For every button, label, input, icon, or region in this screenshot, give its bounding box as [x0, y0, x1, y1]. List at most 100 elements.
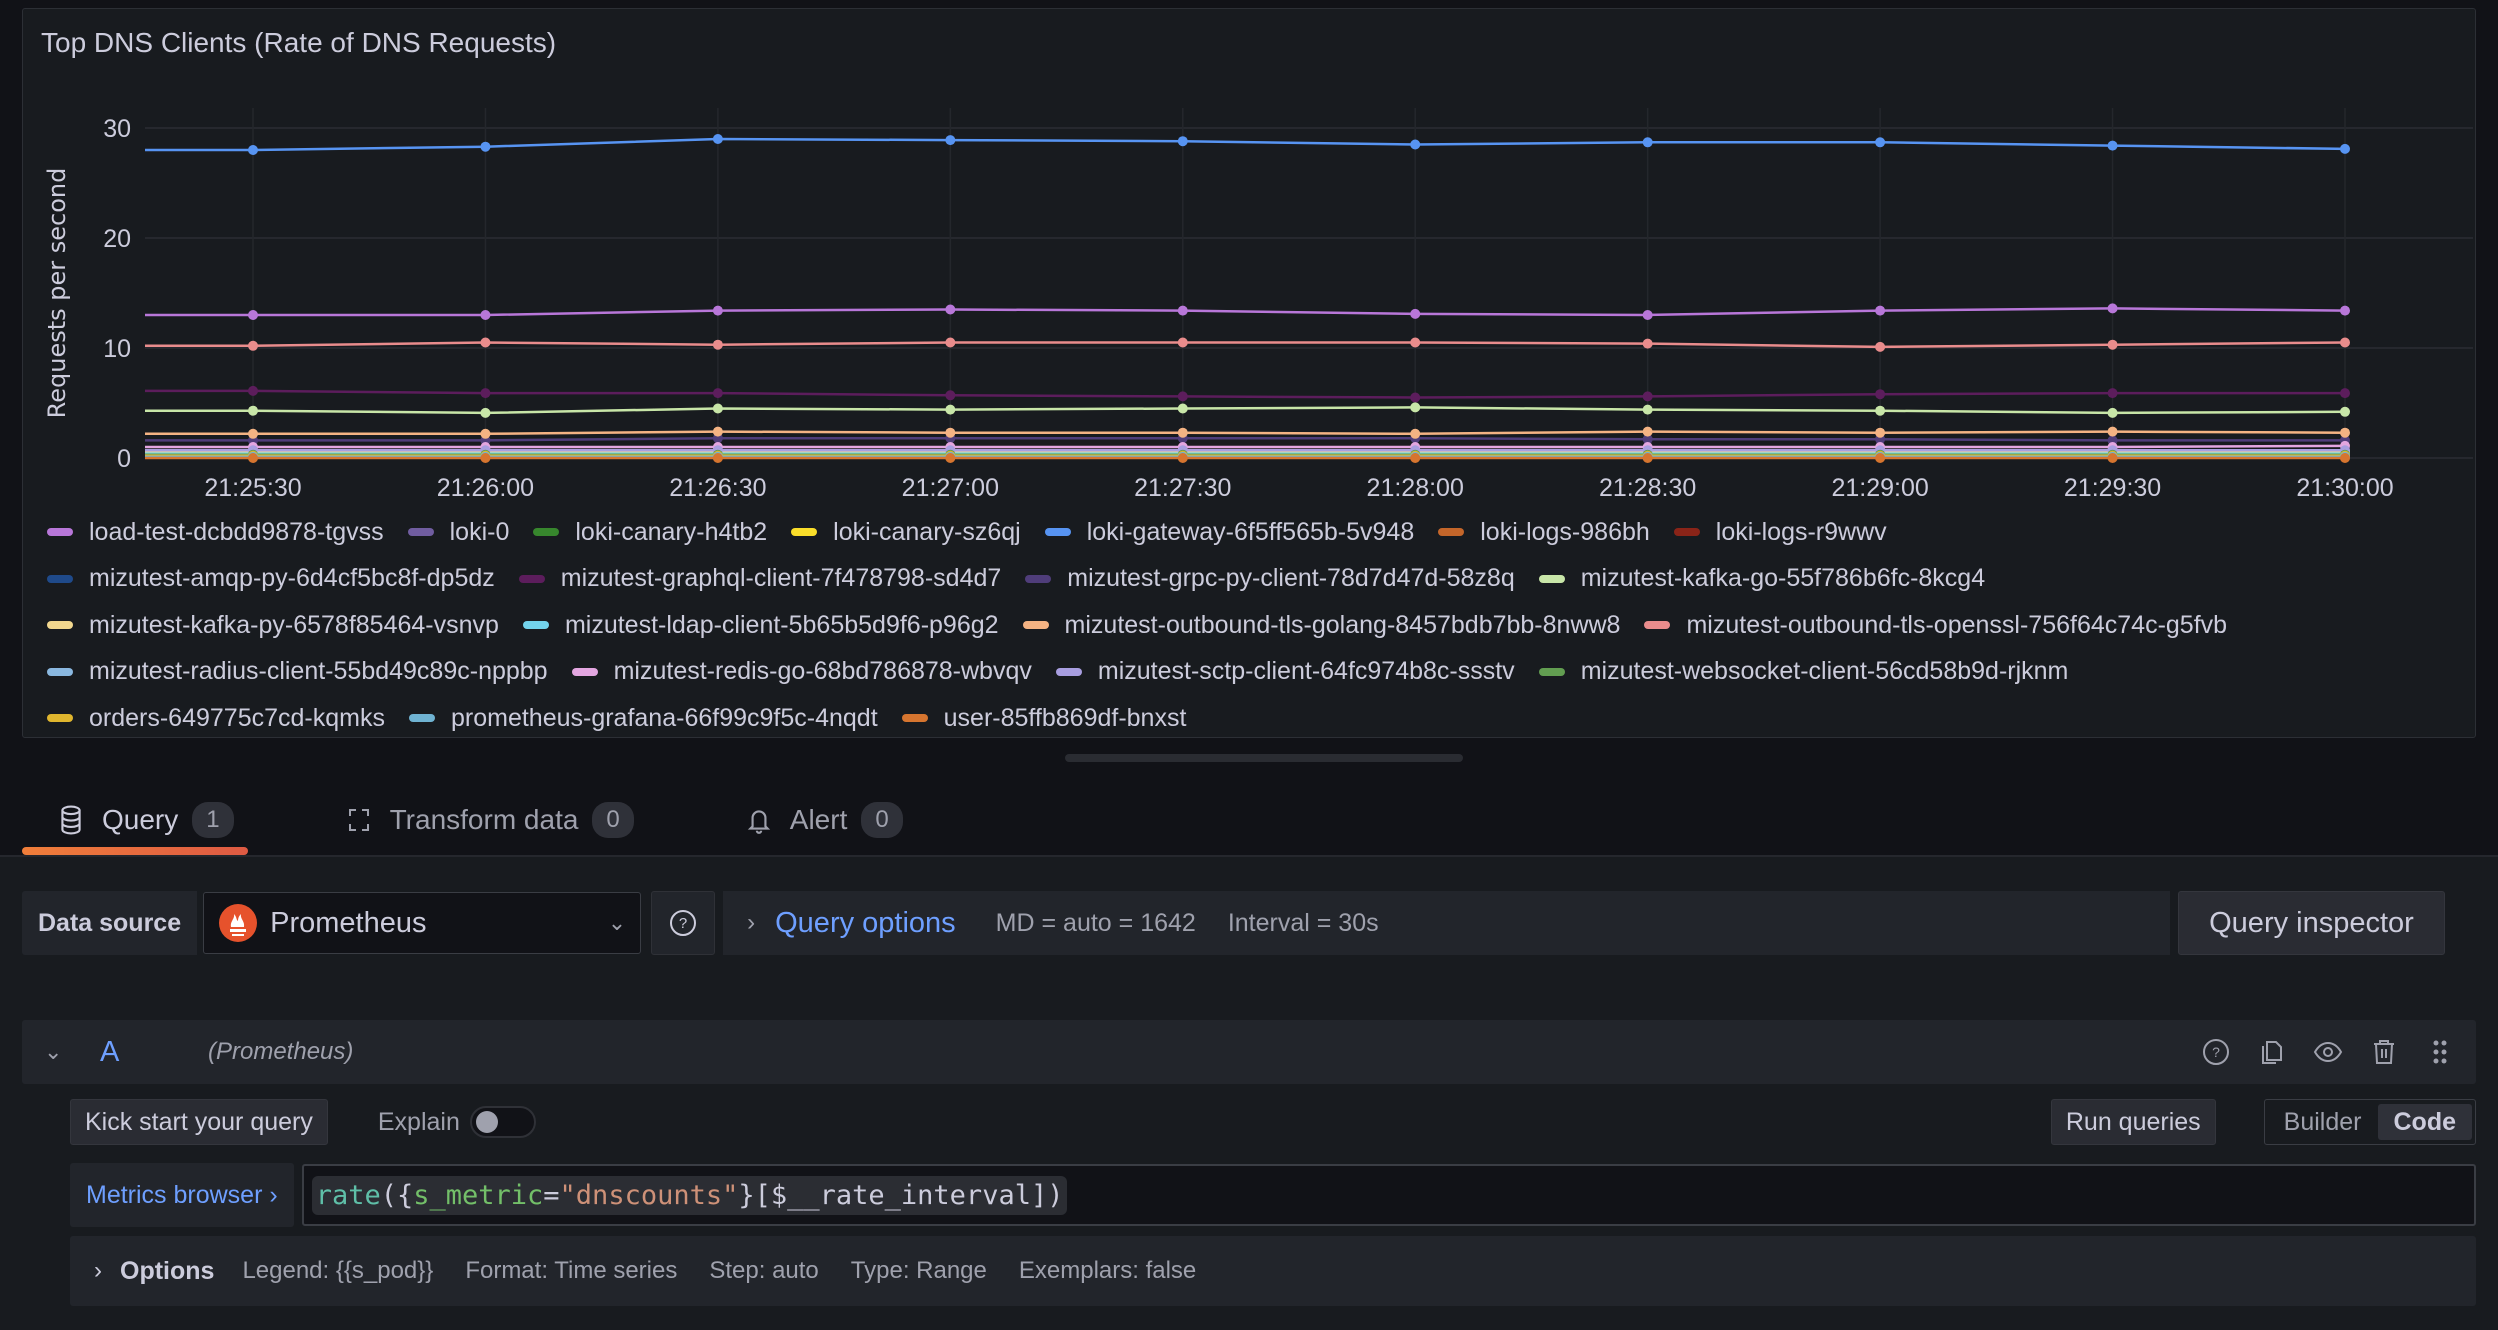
panel-resize-handle[interactable]: [1065, 754, 1463, 762]
y-axis-label: Requests per second: [43, 168, 71, 419]
data-point: [1410, 308, 1421, 319]
data-point: [712, 305, 723, 316]
data-point: [248, 145, 258, 155]
bell-icon: [747, 810, 770, 834]
tab-count-badge: 0: [861, 802, 903, 838]
legend-item[interactable]: mizutest-kafka-py-6578f85464-vsnvp: [47, 611, 499, 640]
trash-icon[interactable]: [2368, 1036, 2400, 1068]
data-point: [1177, 305, 1188, 316]
legend-swatch: [1538, 574, 1565, 583]
legend-swatch: [408, 714, 435, 723]
data-point: [248, 310, 258, 320]
legend-label: mizutest-ldap-client-5b65b5d9f6-p96g2: [564, 610, 999, 639]
option-legend: Legend: {{s_pod}}: [242, 1257, 434, 1284]
legend-item[interactable]: mizutest-graphql-client-7f478798-sd4d7: [518, 564, 1001, 593]
options-toggle[interactable]: Options: [120, 1257, 214, 1286]
data-point: [945, 304, 956, 315]
y-tick-label: 10: [103, 335, 131, 363]
data-point: [1410, 402, 1421, 413]
legend-item[interactable]: loki-0: [407, 518, 509, 547]
series-line: [145, 307, 2346, 317]
tab-transform-data[interactable]: Transform data 0: [310, 785, 648, 855]
eye-icon[interactable]: [2312, 1036, 2344, 1068]
legend-item[interactable]: mizutest-redis-go-68bd786878-wbvqv: [571, 657, 1032, 686]
datasource-help-button[interactable]: ?: [651, 891, 716, 955]
legend-item[interactable]: mizutest-radius-client-55bd49c89c-nppbp: [47, 657, 548, 686]
option-step: Step: auto: [709, 1257, 819, 1284]
x-tick-label: 21:27:30: [1134, 474, 1231, 502]
legend-item[interactable]: loki-logs-r9wwv: [1673, 518, 1887, 547]
explain-toggle[interactable]: [469, 1106, 536, 1138]
data-point: [1177, 337, 1188, 348]
legend-swatch: [1438, 528, 1465, 537]
legend-item[interactable]: load-test-dcbdd9878-tgvss: [47, 518, 384, 547]
legend-label: mizutest-sctp-client-64fc974b8c-ssstv: [1097, 657, 1515, 686]
legend-item[interactable]: mizutest-kafka-go-55f786b6fc-8kcg4: [1538, 564, 1985, 593]
datasource-selected: Prometheus: [270, 906, 427, 939]
svg-text:?: ?: [679, 915, 687, 932]
editor-tabs: Query 1 Transform data 0 Alert 0: [22, 785, 979, 855]
legend-item[interactable]: mizutest-amqp-py-6d4cf5bc8f-dp5dz: [47, 564, 495, 593]
help-icon[interactable]: ?: [2200, 1036, 2232, 1068]
y-tick-label: 0: [117, 445, 131, 473]
mode-code[interactable]: Code: [2377, 1104, 2472, 1140]
data-point: [2107, 453, 2118, 463]
query-inspector-button[interactable]: Query inspector: [2178, 891, 2445, 955]
series-line: [145, 430, 2346, 436]
legend-item[interactable]: mizutest-websocket-client-56cd58b9d-rjkn…: [1538, 657, 2068, 686]
data-point: [1177, 453, 1188, 463]
legend-label: mizutest-amqp-py-6d4cf5bc8f-dp5dz: [89, 564, 495, 593]
legend-item[interactable]: mizutest-outbound-tls-golang-8457bdb7bb-…: [1022, 611, 1620, 640]
kick-start-query-button[interactable]: Kick start your query: [70, 1099, 328, 1145]
data-point: [248, 428, 258, 439]
legend-item[interactable]: loki-canary-sz6qj: [791, 518, 1021, 547]
legend-item[interactable]: loki-canary-h4tb2: [533, 518, 767, 547]
datasource-picker[interactable]: Prometheus ⌄: [203, 892, 642, 954]
legend-item[interactable]: orders-649775c7cd-kqmks: [47, 704, 385, 731]
legend-row: mizutest-kafka-py-6578f85464-vsnvp mizute…: [47, 602, 2467, 649]
data-point: [2107, 303, 2118, 314]
legend-item[interactable]: mizutest-grpc-py-client-78d7d47d-58z8q: [1025, 564, 1515, 593]
series-line: [145, 341, 2346, 349]
data-point: [712, 388, 723, 399]
legend-item[interactable]: loki-logs-986bh: [1438, 518, 1650, 547]
toggle-knob: [475, 1111, 498, 1133]
tab-alert[interactable]: Alert 0: [710, 785, 917, 855]
option-type: Type: Range: [850, 1257, 987, 1284]
data-point: [1410, 392, 1421, 403]
query-options-toggle[interactable]: › Query options MD = auto = 1642 Interva…: [723, 891, 2171, 955]
metrics-browser-button[interactable]: Metrics browser ›: [70, 1163, 294, 1227]
collapse-chevron-icon[interactable]: ⌄: [44, 1039, 74, 1065]
data-point: [1177, 136, 1188, 147]
tab-query[interactable]: Query 1: [22, 785, 248, 855]
legend-label: load-test-dcbdd9878-tgvss: [89, 517, 384, 546]
data-point: [1642, 137, 1653, 148]
legend-item[interactable]: user-85ffb869df-bnxst: [901, 704, 1186, 731]
legend-swatch: [791, 528, 818, 537]
series-line: [145, 389, 2345, 399]
tab-count-badge: 1: [192, 802, 234, 838]
data-point: [248, 340, 258, 351]
promql-query-input[interactable]: rate({s_metric="dnscounts"}[$__rate_inte…: [301, 1164, 2476, 1226]
legend-item[interactable]: prometheus-grafana-66f99c9f5c-4nqdt: [408, 704, 878, 731]
data-point: [248, 405, 258, 416]
legend-item[interactable]: mizutest-sctp-client-64fc974b8c-ssstv: [1055, 657, 1515, 686]
expr-label: s_metric: [413, 1179, 544, 1211]
query-options-label: Query options: [775, 906, 956, 939]
chevron-right-icon[interactable]: ›: [94, 1257, 102, 1285]
data-point: [2107, 426, 2118, 437]
help-icon: ?: [670, 910, 697, 936]
duplicate-icon[interactable]: [2256, 1036, 2288, 1068]
mode-builder[interactable]: Builder: [2268, 1104, 2378, 1140]
data-point: [945, 427, 956, 438]
legend-item[interactable]: loki-gateway-6f5ff565b-5v948: [1044, 518, 1414, 547]
svg-text:?: ?: [2212, 1044, 2220, 1060]
drag-handle-icon[interactable]: [2424, 1036, 2456, 1068]
data-point: [1642, 338, 1653, 349]
data-point: [1177, 427, 1188, 438]
legend-item[interactable]: mizutest-ldap-client-5b65b5d9f6-p96g2: [522, 610, 999, 640]
run-queries-button[interactable]: Run queries: [2050, 1099, 2216, 1145]
option-format: Format: Time series: [465, 1257, 678, 1284]
legend-item[interactable]: mizutest-outbound-tls-openssl-756f64c74c…: [1644, 611, 2227, 640]
query-ref-id[interactable]: A: [100, 1036, 176, 1069]
